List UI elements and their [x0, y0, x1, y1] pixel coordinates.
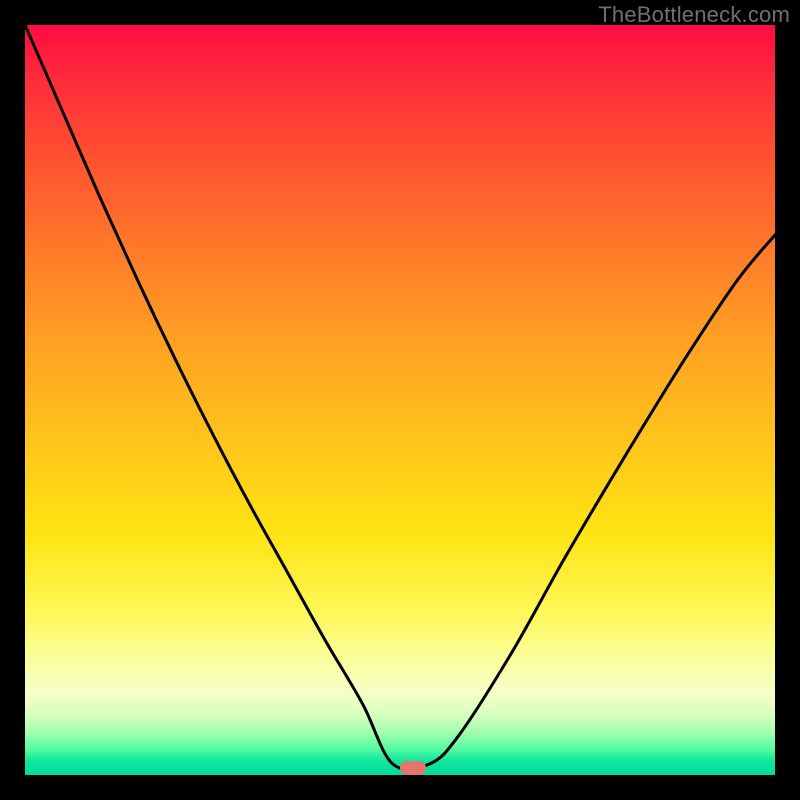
optimum-marker [400, 761, 426, 775]
plot-area [25, 25, 775, 775]
bottleneck-curve [25, 25, 775, 775]
chart-frame: TheBottleneck.com [0, 0, 800, 800]
